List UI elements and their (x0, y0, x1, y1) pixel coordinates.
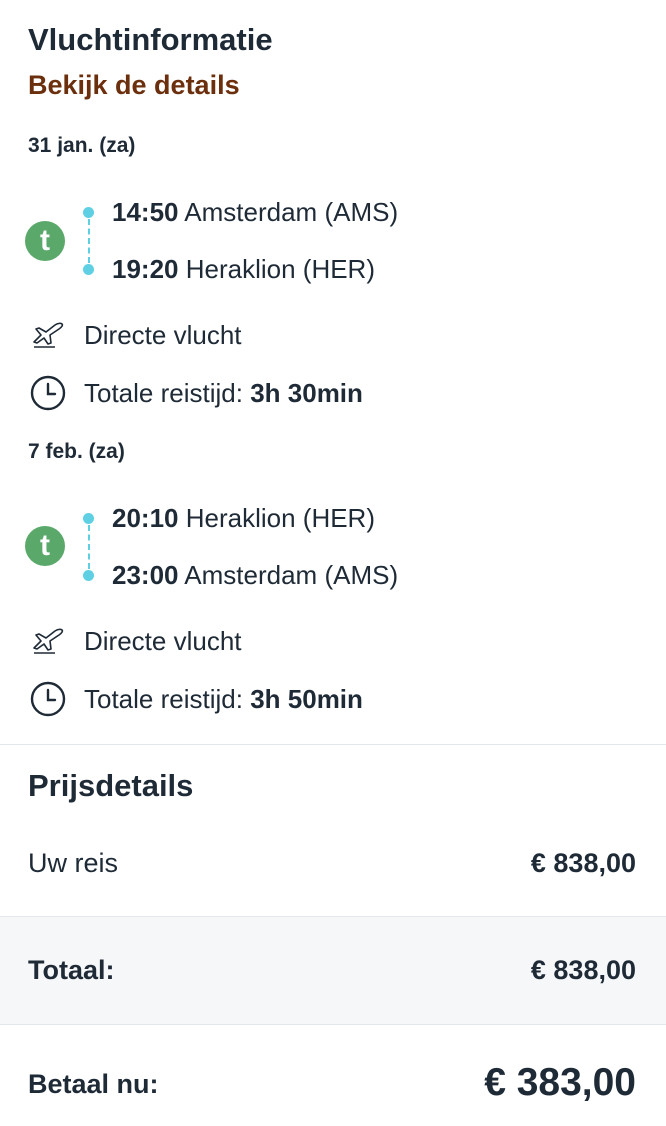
departure-dot-icon (83, 207, 94, 218)
route-line (88, 525, 90, 569)
clock-icon (28, 373, 68, 413)
arrival-dot-icon (83, 264, 94, 275)
route-line (88, 219, 90, 263)
arrival-time: 19:20 (112, 254, 179, 284)
pay-now-label: Betaal nu: (28, 1069, 159, 1099)
leg-2-flight-type: Directe vlucht (28, 621, 242, 661)
arrival-time: 23:00 (112, 560, 179, 590)
departure-time: 20:10 (112, 503, 179, 533)
leg-1-departure: 14:50 Amsterdam (AMS) (112, 197, 398, 228)
leg-2-arrival: 23:00 Amsterdam (AMS) (112, 560, 398, 591)
leg-1-arrival: 19:20 Heraklion (HER) (112, 254, 375, 285)
plane-icon (28, 315, 68, 355)
airline-logo-icon: t (25, 221, 65, 261)
trip-price: € 838,00 (530, 848, 636, 878)
total-price: € 838,00 (530, 955, 636, 985)
departure-place: Amsterdam (AMS) (184, 197, 399, 227)
divider (0, 1024, 666, 1025)
duration-value: 3h 50min (250, 683, 363, 714)
view-details-link[interactable]: Bekijk de details (28, 70, 240, 101)
trip-label: Uw reis (28, 848, 119, 878)
arrival-place: Heraklion (HER) (185, 254, 375, 284)
leg-2-date: 7 feb. (za) (28, 440, 125, 463)
leg-2-duration: Totale reistijd: 3h 50min (28, 679, 363, 719)
flight-info-section: Vluchtinformatie Bekijk de details 31 ja… (0, 0, 666, 744)
departure-place: Heraklion (HER) (185, 503, 375, 533)
departure-dot-icon (83, 513, 94, 524)
leg-1-duration: Totale reistijd: 3h 30min (28, 373, 363, 413)
total-label: Totaal: (28, 955, 115, 985)
flight-type-text: Directe vlucht (84, 319, 242, 350)
airline-logo-icon: t (25, 526, 65, 566)
leg-2-departure: 20:10 Heraklion (HER) (112, 503, 375, 534)
leg-1-flight-type: Directe vlucht (28, 315, 242, 355)
arrival-dot-icon (83, 570, 94, 581)
duration-label: Totale reistijd: (84, 377, 243, 408)
flight-type-text: Directe vlucht (84, 625, 242, 656)
divider (0, 744, 666, 745)
pay-now-price: € 383,00 (484, 1061, 636, 1104)
departure-time: 14:50 (112, 197, 179, 227)
plane-icon (28, 621, 68, 661)
duration-value: 3h 30min (250, 377, 363, 408)
arrival-place: Amsterdam (AMS) (184, 560, 399, 590)
clock-icon (28, 679, 68, 719)
leg-1-date: 31 jan. (za) (28, 134, 136, 157)
duration-label: Totale reistijd: (84, 683, 243, 714)
price-details-title: Prijsdetails (28, 768, 194, 803)
flight-info-title: Vluchtinformatie (28, 22, 273, 57)
